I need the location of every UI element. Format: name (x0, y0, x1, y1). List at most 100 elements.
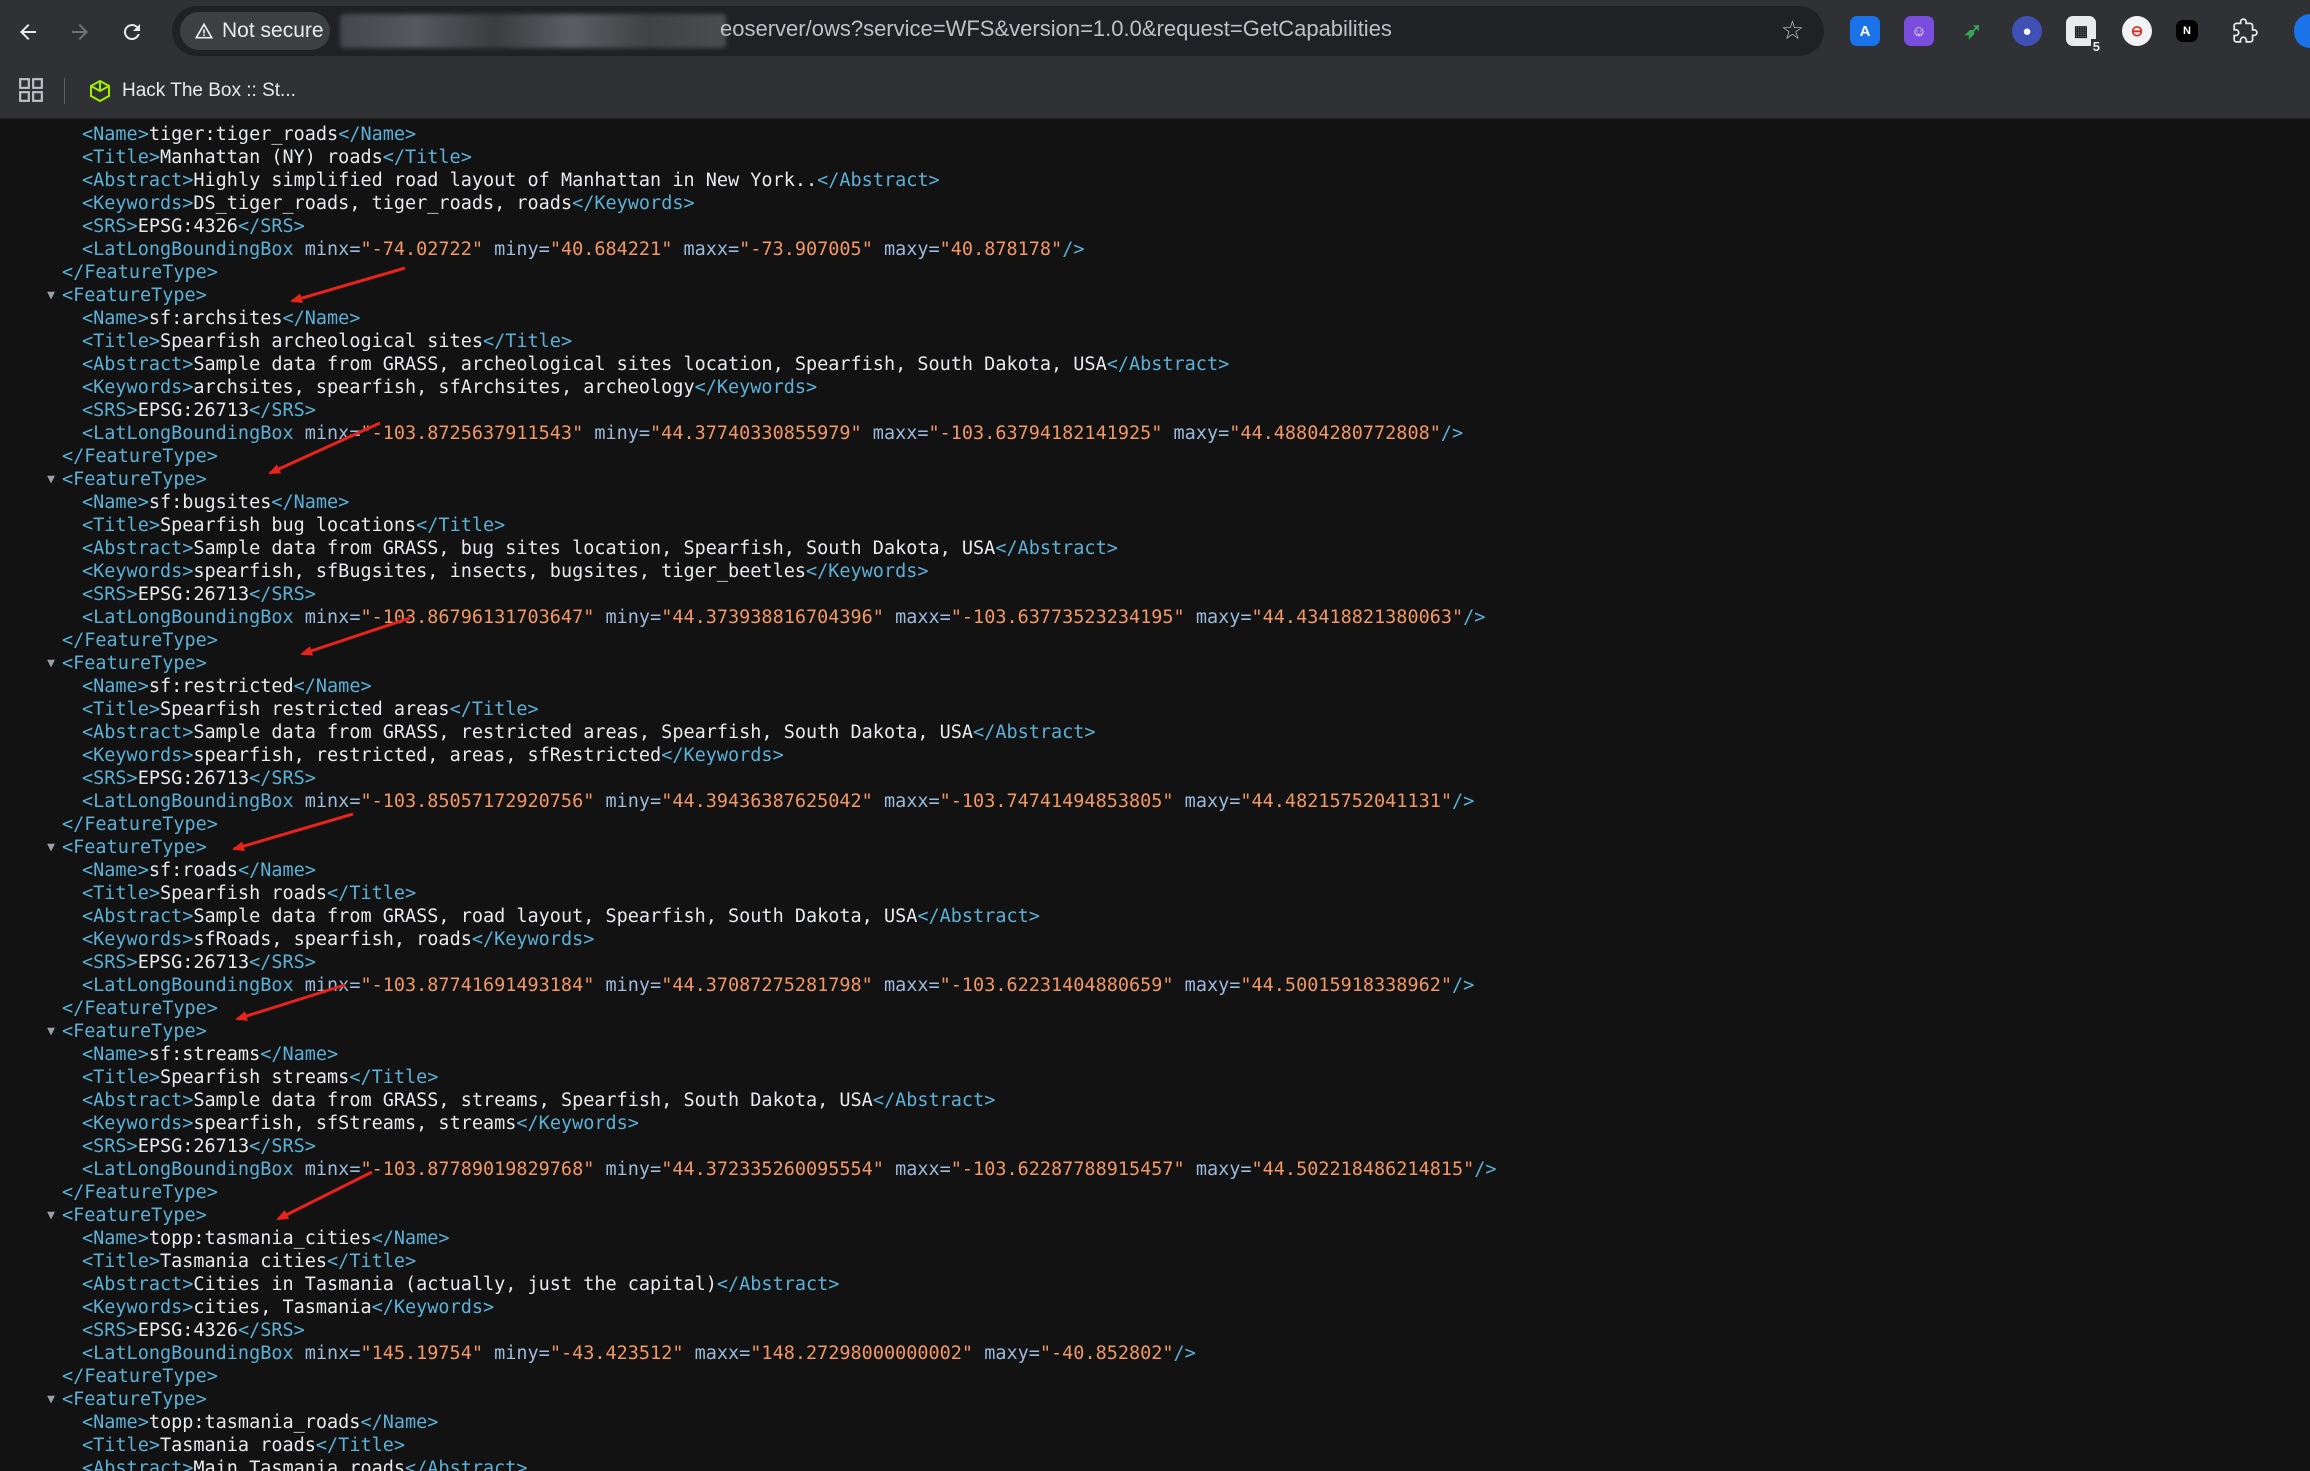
attr-maxx: maxx= (872, 975, 940, 996)
xml-srs-line: <SRS>EPSG:26713</SRS> (82, 1135, 316, 1158)
feature-name: sf:archsites (148, 308, 283, 329)
xml-name-line: <Name>sf:archsites</Name> (82, 307, 360, 330)
collapse-triangle-icon[interactable]: ▼ (44, 652, 58, 675)
extension-rocket-icon[interactable]: ➶ (1958, 16, 1988, 46)
feature-abstract: Sample data from GRASS, archeological si… (193, 354, 1107, 375)
browser-toolbar: Not secure eoserver/ows?service=WFS&vers… (0, 0, 2310, 64)
tag-title-close: </Title> (482, 331, 573, 352)
tag-featuretype-open: <FeatureType> (62, 653, 207, 674)
collapse-triangle-icon[interactable]: ▼ (44, 468, 58, 491)
extension-notion-icon[interactable]: N (2176, 20, 2198, 42)
apps-grid-icon[interactable] (18, 77, 44, 103)
tag-title-close: </Title> (327, 1251, 417, 1272)
value-maxx: "-103.63773523234195" (950, 607, 1185, 628)
feature-abstract: Sample data from GRASS, streams, Spearfi… (193, 1090, 873, 1111)
tag-keywords-close: </Keywords> (572, 193, 695, 214)
value-miny: "44.39436387625042" (661, 791, 873, 812)
xml-title-line: <Title>Spearfish streams</Title> (82, 1066, 438, 1089)
tag-name-close: </Name> (360, 1412, 439, 1433)
feature-keywords: DS_tiger_roads, tiger_roads, roads (193, 193, 573, 214)
xml-keywords-line: <Keywords>spearfish, sfBugsites, insects… (82, 560, 929, 583)
tag-featuretype-open: <FeatureType> (62, 1389, 207, 1410)
tag-bbox-close: /> (1452, 975, 1475, 996)
extension-translate-icon[interactable]: A (1850, 16, 1880, 46)
feature-keywords: archsites, spearfish, sfArchsites, arche… (193, 377, 695, 398)
tag-keywords-open: <Keywords> (82, 377, 194, 398)
collapse-triangle-icon[interactable]: ▼ (44, 1388, 58, 1411)
security-label: Not secure (222, 19, 324, 42)
extension-smile-icon[interactable]: ☺ (1904, 16, 1934, 46)
tag-keywords-open: <Keywords> (82, 929, 194, 950)
tag-abstract-open: <Abstract> (82, 722, 194, 743)
attr-miny: miny= (594, 975, 662, 996)
tag-title-close: </Title> (349, 1067, 439, 1088)
tag-keywords-open: <Keywords> (82, 1113, 194, 1134)
profile-avatar[interactable] (2294, 14, 2310, 48)
xml-keywords-line: <Keywords>archsites, spearfish, sfArchsi… (82, 376, 817, 399)
tag-srs-close: </SRS> (249, 400, 316, 421)
attr-maxx: maxx= (883, 1159, 951, 1180)
xml-bbox-line: <LatLongBoundingBox minx="-103.872563791… (82, 422, 1463, 445)
xml-title-line: <Title>Tasmania roads</Title> (82, 1434, 405, 1457)
value-maxx: "-103.63794182141925" (928, 423, 1163, 444)
tag-bbox-open: <LatLongBoundingBox (82, 1343, 294, 1364)
tag-abstract-open: <Abstract> (82, 906, 194, 927)
tag-title-open: <Title> (82, 331, 160, 352)
tag-bbox-open: <LatLongBoundingBox (82, 975, 294, 996)
feature-srs: EPSG:26713 (137, 952, 250, 973)
xml-title-line: <Title>Spearfish restricted areas</Title… (82, 698, 539, 721)
security-indicator[interactable]: Not secure (180, 12, 330, 50)
address-bar[interactable]: Not secure eoserver/ows?service=WFS&vers… (172, 6, 1824, 56)
tag-featuretype-open: <FeatureType> (62, 1021, 207, 1042)
url-text[interactable]: eoserver/ows?service=WFS&version=1.0.0&r… (720, 16, 1392, 42)
attr-minx: minx= (293, 1343, 361, 1364)
bookmark-label: Hack The Box :: St... (122, 80, 296, 101)
back-button[interactable] (8, 12, 48, 52)
feature-srs: EPSG:26713 (137, 768, 250, 789)
extension-popcorn-icon[interactable]: ⊖ (2122, 16, 2152, 46)
tag-bbox-open: <LatLongBoundingBox (82, 607, 294, 628)
xml-srs-line: <SRS>EPSG:26713</SRS> (82, 583, 316, 606)
collapse-triangle-icon[interactable]: ▼ (44, 284, 58, 307)
extension-ghost-icon[interactable]: ● (2012, 16, 2042, 46)
tag-title-close: </Title> (382, 147, 472, 168)
xml-keywords-line: <Keywords>DS_tiger_roads, tiger_roads, r… (82, 192, 695, 215)
value-minx: "-103.87741691493184" (360, 975, 595, 996)
reload-button[interactable] (112, 12, 152, 52)
collapse-triangle-icon[interactable]: ▼ (44, 1204, 58, 1227)
tag-bbox-close: /> (1173, 1343, 1196, 1364)
tag-title-open: <Title> (82, 515, 160, 536)
bookmark-hackthebox[interactable]: Hack The Box :: St... (88, 74, 296, 108)
xml-title-line: <Title>Spearfish bug locations</Title> (82, 514, 505, 537)
tag-bbox-open: <LatLongBoundingBox (82, 791, 294, 812)
collapse-triangle-icon[interactable]: ▼ (44, 1020, 58, 1043)
extension-qr-icon[interactable]: ▦ 5 (2066, 16, 2102, 54)
xml-bbox-line: <LatLongBoundingBox minx="145.19754" min… (82, 1342, 1196, 1365)
star-icon[interactable]: ☆ (1781, 15, 1804, 46)
feature-name: tiger:tiger_roads (148, 124, 339, 145)
forward-button[interactable] (60, 12, 100, 52)
collapse-triangle-icon[interactable]: ▼ (44, 836, 58, 859)
xml-abstract-line: <Abstract>Cities in Tasmania (actually, … (82, 1273, 839, 1296)
value-minx: "-74.02722" (360, 239, 483, 260)
warning-triangle-icon (194, 22, 214, 39)
tag-abstract-close: </Abstract> (917, 906, 1040, 927)
xml-featuretype-close: </FeatureType> (62, 261, 218, 284)
attr-minx: minx= (293, 239, 361, 260)
tag-title-open: <Title> (82, 147, 160, 168)
feature-name: topp:tasmania_roads (148, 1412, 361, 1433)
tag-abstract-close: </Abstract> (817, 170, 940, 191)
xml-srs-line: <SRS>EPSG:26713</SRS> (82, 767, 316, 790)
value-maxy: "44.48804280772808" (1229, 423, 1441, 444)
tag-bbox-close: /> (1463, 607, 1486, 628)
attr-miny: miny= (594, 1159, 662, 1180)
tag-name-close: </Name> (260, 1044, 339, 1065)
extensions-puzzle-icon[interactable] (2230, 16, 2260, 46)
xml-bbox-line: <LatLongBoundingBox minx="-103.850571729… (82, 790, 1474, 813)
attr-minx: minx= (293, 607, 361, 628)
xml-abstract-line: <Abstract>Sample data from GRASS, bug si… (82, 537, 1118, 560)
bookmarks-bar: Hack The Box :: St... (0, 64, 2310, 119)
tag-title-open: <Title> (82, 1435, 160, 1456)
attr-maxy: maxy= (872, 239, 940, 260)
tag-srs-open: <SRS> (82, 952, 138, 973)
